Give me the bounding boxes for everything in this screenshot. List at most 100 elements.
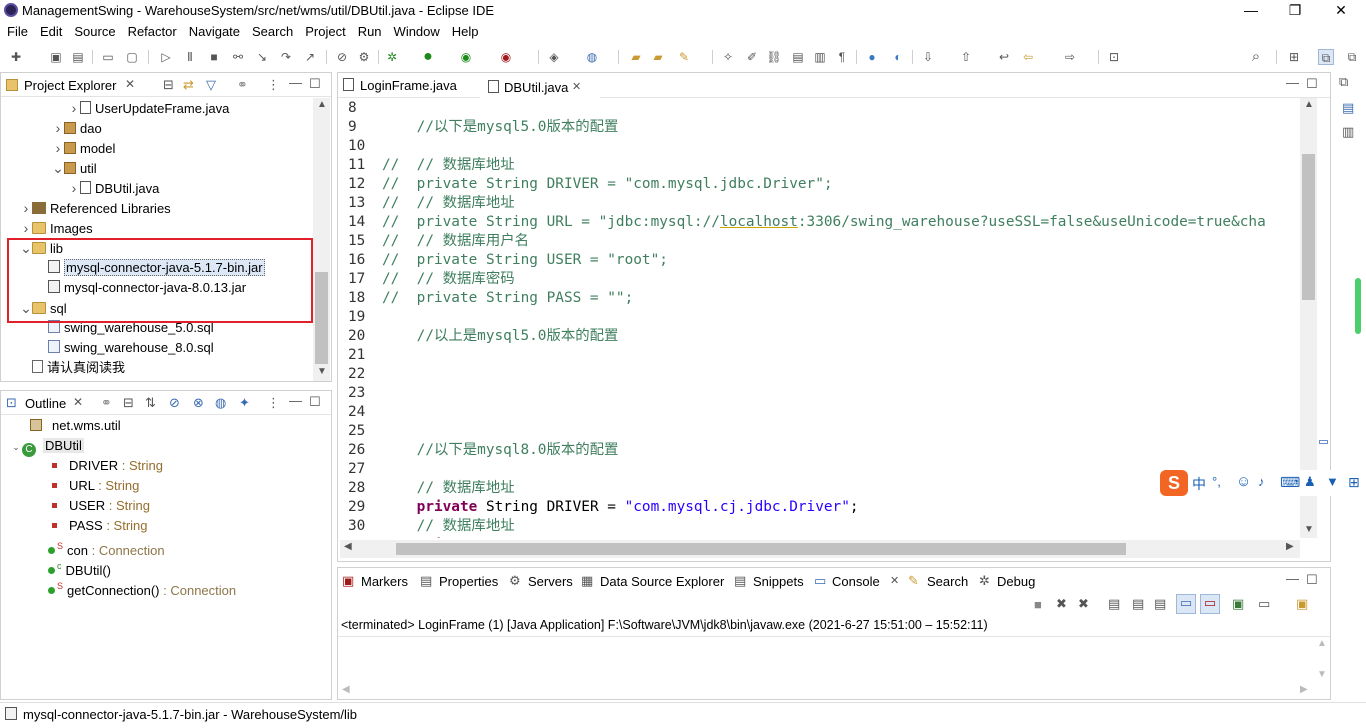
expand-arrow-icon[interactable]: ›	[20, 198, 32, 218]
filter-icon[interactable]: ▽	[206, 77, 216, 93]
console-icon[interactable]: ▭	[100, 49, 116, 65]
scroll-down-icon[interactable]: ▼	[1317, 669, 1327, 680]
expand-arrow-icon[interactable]: ›	[68, 98, 80, 118]
menu-run[interactable]: Run	[358, 22, 382, 39]
ime-user-icon[interactable]: ♟	[1304, 474, 1316, 490]
remove-all-icon[interactable]: ✖	[1078, 596, 1089, 612]
step-into-icon[interactable]: ↘	[254, 49, 270, 65]
debug-icon[interactable]: ✲	[384, 49, 400, 65]
save-icon[interactable]: ▣	[48, 49, 64, 65]
open-console-icon[interactable]: ▣	[1296, 596, 1308, 612]
outline-member[interactable]: USER : String	[46, 496, 150, 516]
menu-project[interactable]: Project	[305, 22, 345, 39]
project-explorer-scrollbar[interactable]: ▲ ▼	[313, 98, 330, 381]
scroll-up-icon[interactable]: ▲	[1304, 99, 1314, 110]
tree-item[interactable]: 请认真阅读我	[32, 358, 125, 378]
toggle-icon[interactable]: ▥	[812, 49, 828, 65]
tab-loginframe[interactable]: LoginFrame.java	[338, 73, 480, 97]
resume-icon[interactable]: ▷	[158, 49, 174, 65]
ime-menu-icon[interactable]: ⊞	[1348, 474, 1360, 491]
scrollbar-thumb[interactable]	[396, 543, 1126, 555]
maximize-editor-icon[interactable]: ☐	[1306, 76, 1318, 92]
scrollbar-thumb[interactable]	[1302, 154, 1315, 300]
word-wrap-icon[interactable]: ▤	[1154, 596, 1166, 612]
outline-member[interactable]: c DBUtil()	[46, 556, 111, 578]
minimize-button[interactable]: —	[1236, 2, 1266, 18]
maximize-view-icon[interactable]: ☐	[309, 76, 321, 92]
scroll-down-icon[interactable]: ▼	[317, 366, 327, 377]
outline-package[interactable]: net.wms.util	[30, 416, 121, 436]
new-icon[interactable]: ✚	[8, 49, 24, 65]
hide-static-icon[interactable]: ⊗	[193, 395, 204, 411]
project-explorer-tab[interactable]: Project Explorer	[24, 78, 116, 93]
step-return-icon[interactable]: ↗	[302, 49, 318, 65]
tab-debug[interactable]: Debug	[997, 574, 1035, 589]
menu-navigate[interactable]: Navigate	[189, 22, 240, 39]
forward-icon[interactable]: ⇨	[1062, 49, 1078, 65]
pin-icon[interactable]: ✧	[720, 49, 736, 65]
console-output[interactable]	[338, 637, 1313, 682]
pin-editor-icon[interactable]: ⊡	[1106, 49, 1122, 65]
outline-member[interactable]: DRIVER : String	[46, 456, 163, 476]
outline-tab[interactable]: Outline	[25, 396, 66, 411]
tab-dbutil[interactable]: DBUtil.java ✕	[480, 73, 600, 98]
ime-chinese-mode[interactable]: 中	[1192, 474, 1206, 494]
close-tab-icon[interactable]: ✕	[125, 77, 135, 91]
tree-item[interactable]: › UserUpdateFrame.java	[68, 98, 230, 118]
restore-button[interactable]: ❐	[1280, 2, 1310, 19]
new-package-icon[interactable]: ◍	[584, 49, 600, 65]
close-tab-icon[interactable]: ✕	[890, 574, 899, 587]
prev-annotation-icon[interactable]: ⇧	[958, 49, 974, 65]
open-type-icon[interactable]: ▰	[628, 49, 644, 65]
expand-arrow-icon[interactable]: ›	[20, 218, 32, 238]
hide-fields-icon[interactable]: ⊘	[169, 395, 180, 411]
tab-snippets[interactable]: Snippets	[753, 574, 804, 589]
external-run-icon[interactable]: ◉	[498, 49, 514, 65]
menu-edit[interactable]: Edit	[40, 22, 62, 39]
block-icon[interactable]: ▤	[790, 49, 806, 65]
suspend-icon[interactable]: Ⅱ	[182, 49, 198, 65]
hide-nonpublic-icon[interactable]: ◍	[215, 395, 226, 411]
next-annotation-icon[interactable]: ⇩	[920, 49, 936, 65]
terminate-icon[interactable]: ■	[1034, 597, 1042, 612]
focus-icon[interactable]: ⚭	[237, 77, 248, 93]
scroll-left-icon[interactable]: ◀	[344, 541, 352, 552]
java-perspective-icon[interactable]: ⧉	[1344, 49, 1360, 65]
tab-servers[interactable]: Servers	[528, 574, 573, 589]
menu-search[interactable]: Search	[252, 22, 293, 39]
open-task-icon[interactable]: ▰	[650, 49, 666, 65]
scrollbar-thumb[interactable]	[315, 272, 328, 364]
tree-item[interactable]: › Images	[20, 218, 93, 238]
outline-member[interactable]: SgetConnection() : Connection	[46, 576, 236, 598]
remove-launch-icon[interactable]: ✖	[1056, 596, 1067, 612]
minimize-view-icon[interactable]: —	[289, 75, 302, 90]
open-perspective-icon[interactable]: ⊞	[1286, 49, 1302, 65]
tree-item[interactable]: swing_warehouse_8.0.sql	[48, 338, 214, 358]
run-icon[interactable]: ●	[420, 49, 436, 65]
outline-class[interactable]: ⌄ C DBUtil	[10, 436, 84, 457]
maximize-console-icon[interactable]: ☐	[1306, 572, 1318, 588]
disconnect-icon[interactable]: ⚯	[230, 49, 246, 65]
tab-properties[interactable]: Properties	[439, 574, 498, 589]
skip-breakpoints-icon[interactable]: ⊘	[334, 49, 350, 65]
menu-window[interactable]: Window	[394, 22, 440, 39]
collapse-all-icon[interactable]: ⊟	[163, 77, 174, 93]
pen-icon[interactable]: ✐	[744, 49, 760, 65]
outline-trim-icon[interactable]: ▥	[1342, 124, 1354, 140]
maximize-view-icon[interactable]: ☐	[309, 394, 321, 410]
expand-arrow-icon[interactable]: ›	[52, 138, 64, 158]
scroll-right-icon[interactable]: ▶	[1286, 541, 1294, 552]
profile-icon[interactable]: ◐	[890, 49, 906, 65]
console-vertical-scrollbar[interactable]: ▲ ▼	[1313, 637, 1330, 682]
tab-markers[interactable]: Markers	[361, 574, 408, 589]
ime-voice-icon[interactable]: ♪	[1258, 474, 1265, 489]
globe-icon[interactable]: ●	[864, 49, 880, 65]
search-tool-icon[interactable]: ✎	[676, 49, 692, 65]
menu-refactor[interactable]: Refactor	[128, 22, 177, 39]
code-editor[interactable]: 8 9 //以下是mysql5.0版本的配置 10 11 // // 数据库地址 12 //…	[340, 98, 1302, 538]
expand-arrow-icon[interactable]: ⌄	[10, 437, 22, 457]
step-over-icon[interactable]: ↷	[278, 49, 294, 65]
pin-console-icon[interactable]: ▣	[1232, 596, 1244, 612]
ime-logo-icon[interactable]: S	[1160, 470, 1188, 496]
scroll-up-icon[interactable]: ▲	[1317, 638, 1327, 649]
